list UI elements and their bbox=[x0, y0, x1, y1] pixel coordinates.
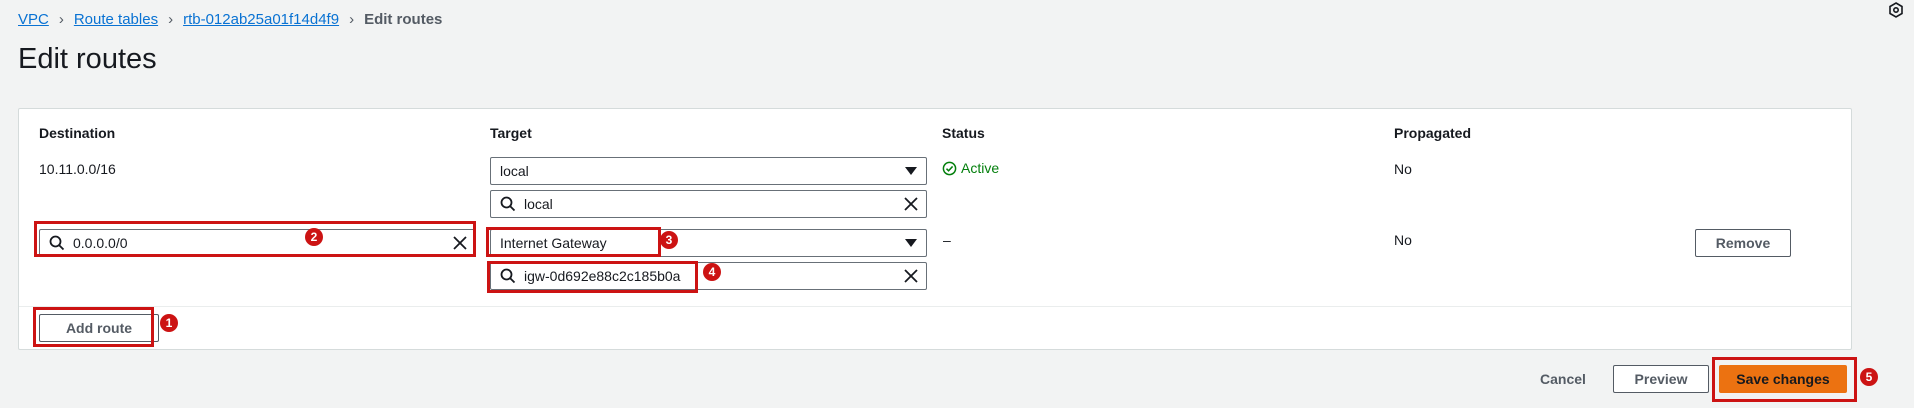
target-type-value: local bbox=[500, 163, 529, 179]
caret-down-icon bbox=[905, 239, 917, 247]
check-circle-icon bbox=[942, 161, 957, 175]
target-type-value: Internet Gateway bbox=[500, 235, 607, 251]
page-title: Edit routes bbox=[18, 43, 157, 75]
settings-hex-icon[interactable] bbox=[1888, 2, 1904, 18]
target-search-input[interactable]: local bbox=[490, 190, 927, 218]
add-route-button[interactable]: Add route bbox=[39, 314, 159, 342]
preview-button[interactable]: Preview bbox=[1613, 365, 1709, 393]
annotation-marker-5: 5 bbox=[1860, 368, 1878, 386]
search-icon bbox=[500, 268, 516, 284]
annotation-marker-4: 4 bbox=[703, 263, 721, 281]
propagated-value: No bbox=[1394, 232, 1412, 248]
caret-down-icon bbox=[905, 167, 917, 175]
status-text: – bbox=[943, 232, 951, 248]
status-badge: Active bbox=[942, 160, 999, 176]
route-destination: 10.11.0.0/16 bbox=[39, 161, 116, 177]
column-header-propagated: Propagated bbox=[1394, 125, 1472, 141]
column-header-target: Target bbox=[490, 125, 532, 141]
chevron-right-icon: › bbox=[168, 11, 174, 28]
destination-input[interactable]: 0.0.0.0/0 bbox=[39, 229, 476, 257]
cancel-button[interactable]: Cancel bbox=[1540, 371, 1586, 387]
chevron-right-icon: › bbox=[349, 11, 355, 28]
chevron-right-icon: › bbox=[58, 11, 64, 28]
breadcrumb-vpc[interactable]: VPC bbox=[18, 11, 49, 28]
save-changes-button[interactable]: Save changes bbox=[1719, 365, 1847, 393]
column-header-status: Status bbox=[942, 125, 985, 141]
breadcrumb: VPC › Route tables › rtb-012ab25a01f14d4… bbox=[18, 11, 442, 28]
divider bbox=[19, 306, 1851, 307]
breadcrumb-current: Edit routes bbox=[364, 11, 443, 28]
clear-icon[interactable] bbox=[903, 196, 919, 212]
clear-icon[interactable] bbox=[903, 268, 919, 284]
target-search-value: local bbox=[524, 196, 553, 212]
target-type-select[interactable]: local bbox=[490, 157, 927, 185]
annotation-marker-2: 2 bbox=[305, 228, 323, 246]
search-icon bbox=[49, 235, 65, 251]
annotation-marker-3: 3 bbox=[660, 231, 678, 249]
routes-panel: Destination Target Status Propagated 10.… bbox=[18, 108, 1852, 350]
propagated-value: No bbox=[1394, 161, 1412, 177]
breadcrumb-route-table-id[interactable]: rtb-012ab25a01f14d4f9 bbox=[183, 11, 339, 28]
breadcrumb-route-tables[interactable]: Route tables bbox=[74, 11, 158, 28]
destination-value: 0.0.0.0/0 bbox=[73, 235, 128, 251]
remove-route-button[interactable]: Remove bbox=[1695, 229, 1791, 257]
column-header-destination: Destination bbox=[39, 125, 116, 141]
clear-icon[interactable] bbox=[452, 235, 468, 251]
status-text: Active bbox=[961, 160, 1000, 176]
search-icon bbox=[500, 196, 516, 212]
target-type-select[interactable]: Internet Gateway bbox=[490, 229, 927, 257]
annotation-marker-1: 1 bbox=[160, 314, 178, 332]
